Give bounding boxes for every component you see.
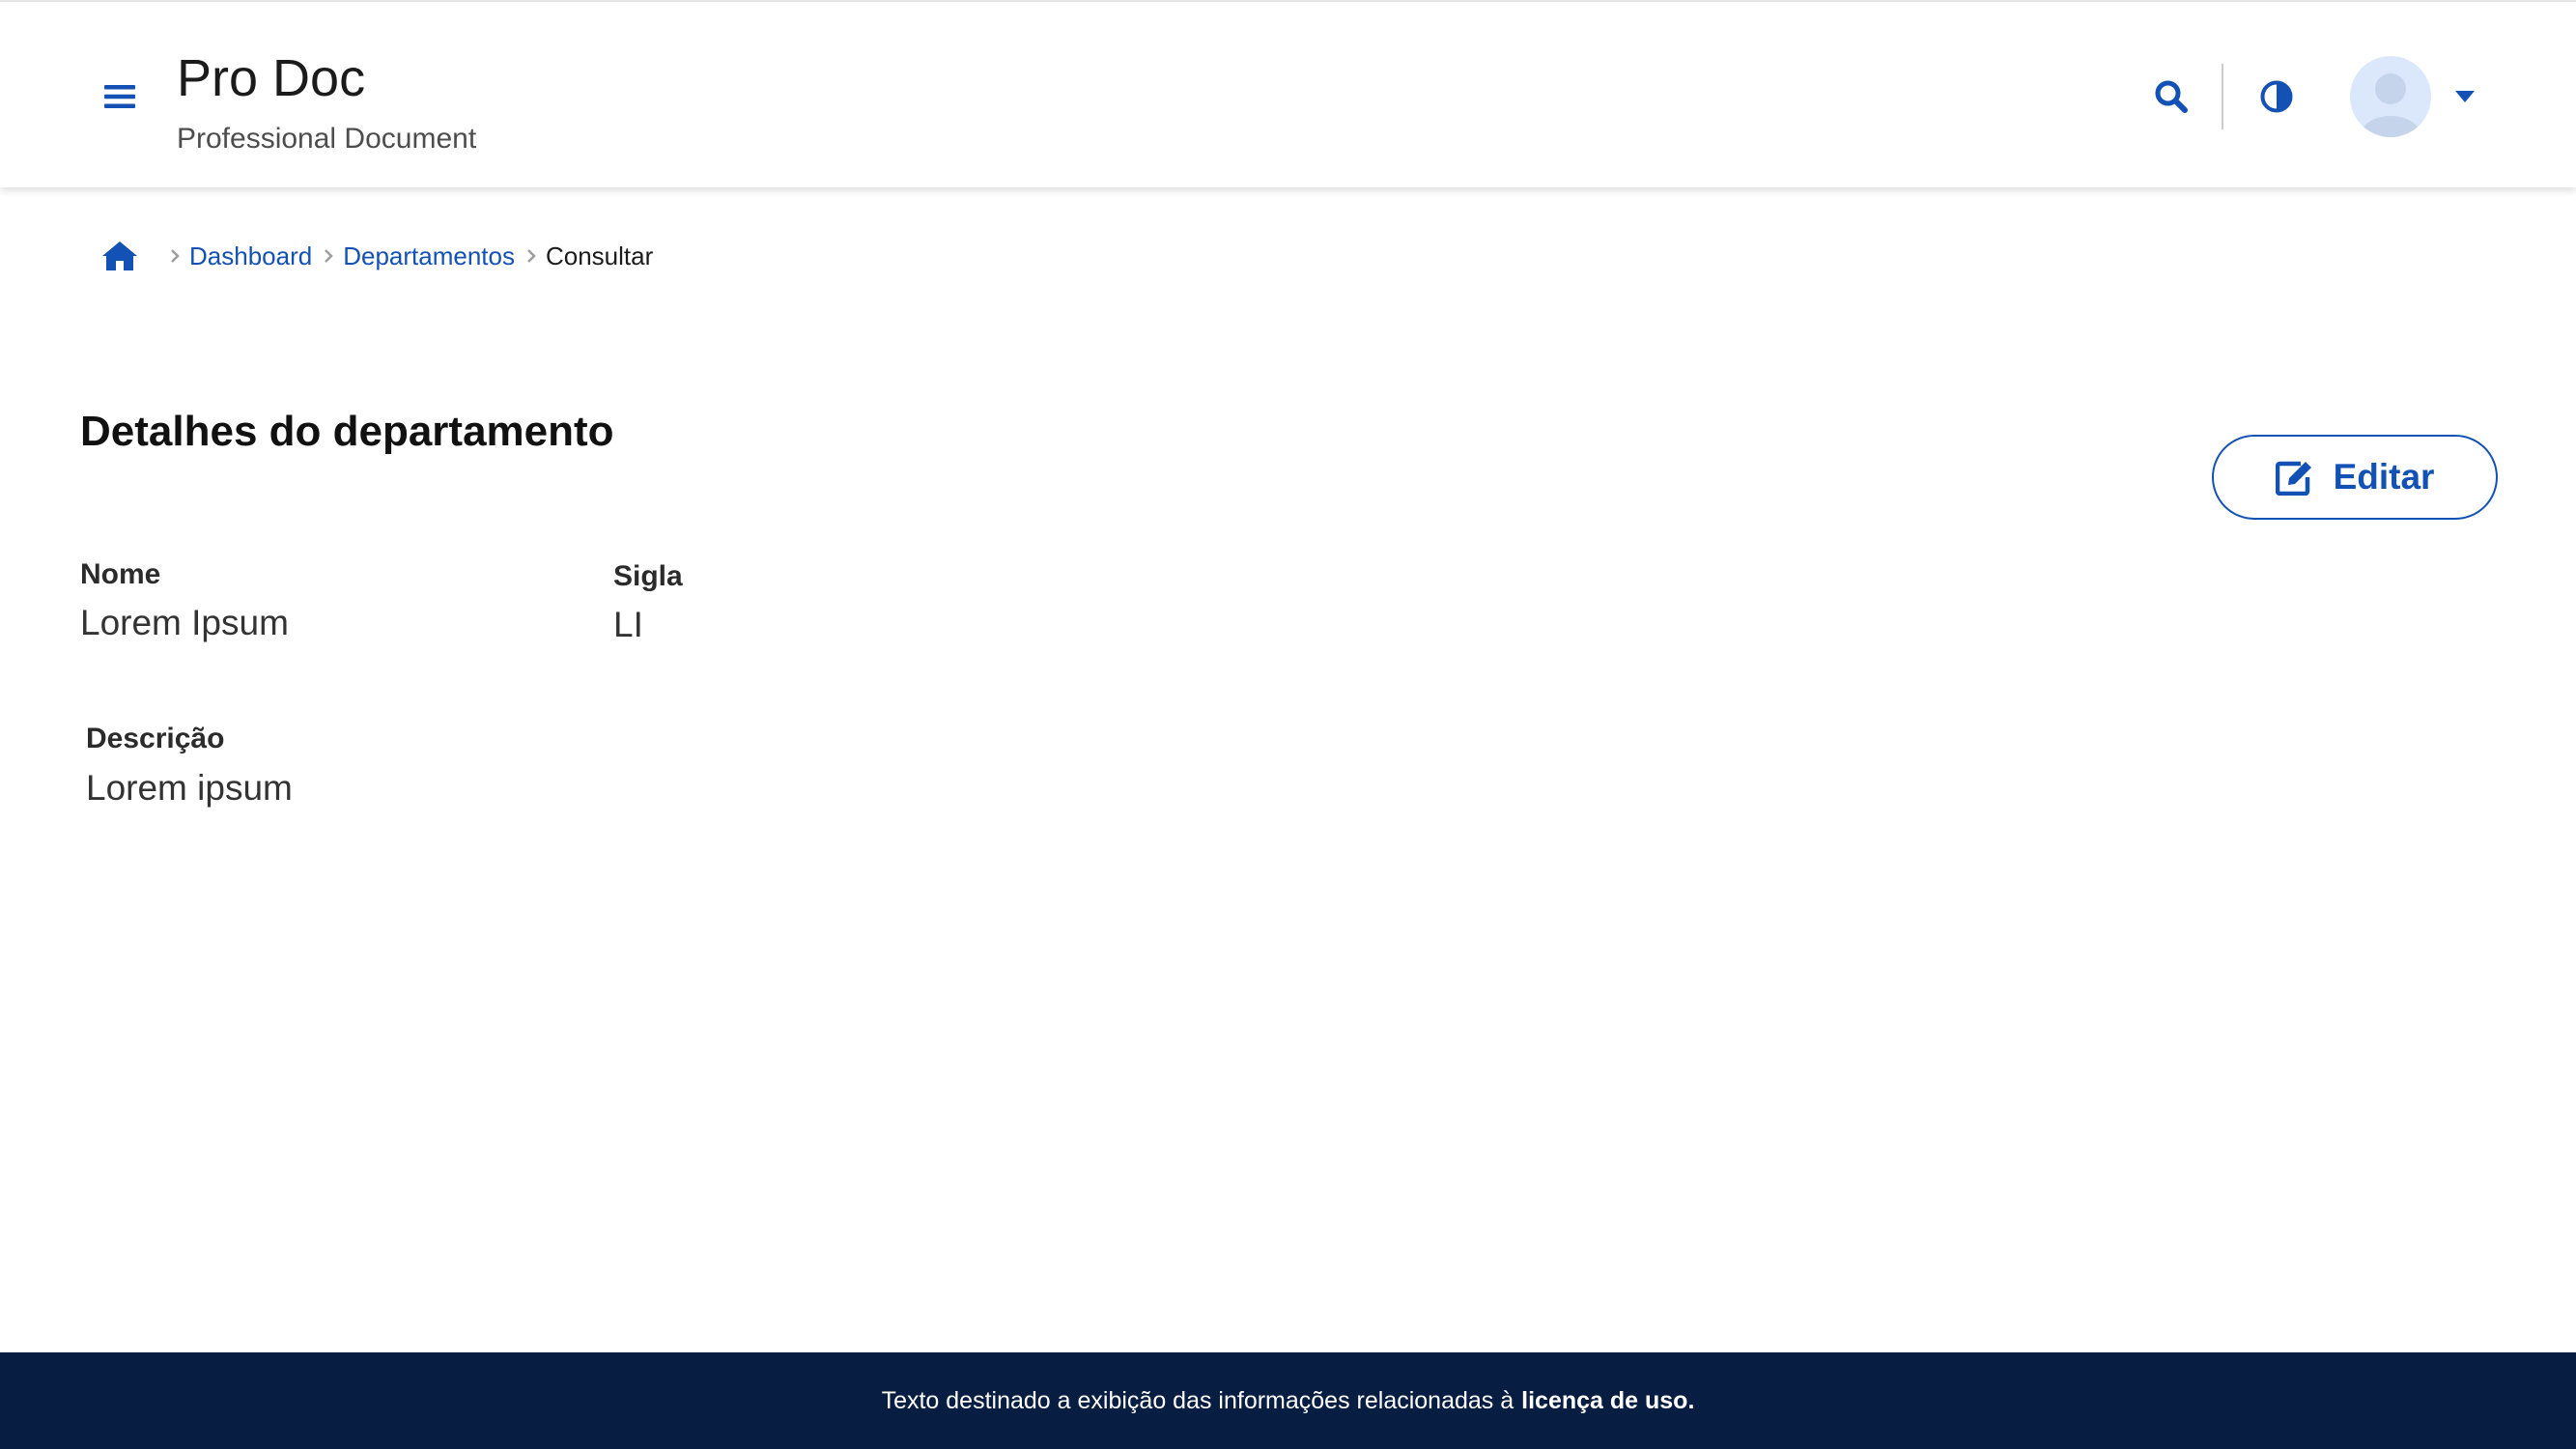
contrast-icon <box>2260 80 2293 113</box>
footer-text: Texto destinado a exibição das informaçõ… <box>881 1386 1514 1414</box>
breadcrumb-departamentos[interactable]: Departamentos <box>343 242 515 271</box>
menu-icon <box>104 85 135 108</box>
search-icon <box>2155 80 2188 113</box>
header-divider <box>2222 64 2223 129</box>
breadcrumb: Dashboard Departamentos Consultar <box>100 237 653 275</box>
breadcrumb-current: Consultar <box>545 241 654 270</box>
app-subtitle: Professional Document <box>177 123 477 155</box>
field-value-nome: Lorem Ipsum <box>80 603 289 642</box>
footer: Texto destinado a exibição das informaçõ… <box>0 1352 2576 1449</box>
home-icon <box>102 242 137 270</box>
caret-down-icon <box>2455 91 2475 102</box>
field-label-sigla: Sigla <box>613 560 683 592</box>
chevron-right-icon <box>526 248 536 264</box>
field-label-descricao: Descrição <box>86 723 225 754</box>
footer-license-link[interactable]: licença de uso. <box>1521 1387 1694 1415</box>
field-value-sigla: LI <box>613 605 643 644</box>
edit-button-label: Editar <box>2333 457 2435 497</box>
menu-button[interactable] <box>91 68 149 126</box>
chevron-right-icon <box>324 248 333 264</box>
app-title: Pro Doc <box>177 49 366 107</box>
contrast-button[interactable] <box>2248 68 2306 126</box>
search-button[interactable] <box>2142 68 2200 126</box>
field-value-descricao: Lorem ipsum <box>86 768 293 808</box>
edit-button[interactable]: Editar <box>2212 435 2498 520</box>
chevron-right-icon <box>170 248 180 264</box>
user-menu-button[interactable] <box>2350 55 2485 138</box>
avatar-silhouette-icon <box>2360 73 2421 137</box>
field-label-nome: Nome <box>80 558 161 590</box>
top-header: Pro Doc Professional Document <box>0 0 2576 187</box>
breadcrumb-dashboard[interactable]: Dashboard <box>189 242 312 271</box>
user-avatar <box>2350 56 2431 137</box>
edit-icon <box>2275 461 2311 496</box>
breadcrumb-home[interactable] <box>100 237 141 275</box>
page-title: Detalhes do departamento <box>80 408 614 455</box>
